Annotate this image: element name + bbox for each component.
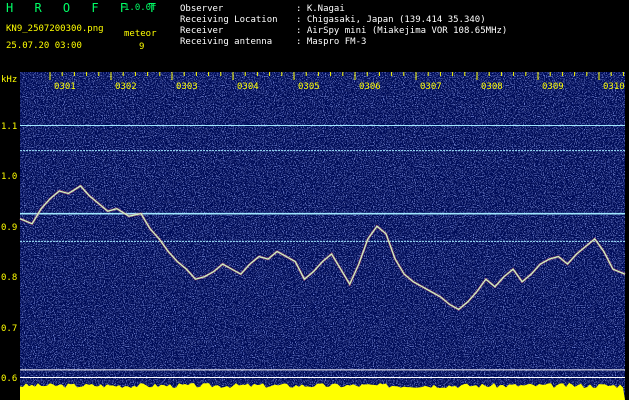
meteor-count-label: meteor xyxy=(124,29,157,39)
antenna-value: : Maspro FM-3 xyxy=(296,37,367,47)
info-labels: Observer Receiving Location Receiver Rec… xyxy=(180,4,278,48)
x-tick-label: 0303 xyxy=(176,82,198,92)
y-axis-unit: kHz xyxy=(1,75,18,85)
spectrogram-noise xyxy=(20,72,625,400)
x-tick-label: 0308 xyxy=(481,82,503,92)
app-version: 1.0.0f xyxy=(124,3,157,13)
observer-label: Observer xyxy=(180,4,224,14)
receiver-value: : AirSpy mini (Miakejima VOR 108.65MHz) xyxy=(296,26,508,36)
observer-value: : K.Nagai xyxy=(296,4,345,14)
location-label: Receiving Location xyxy=(180,15,278,25)
receiver-label: Receiver xyxy=(180,26,224,36)
y-tick-label: 1.0 xyxy=(1,172,18,183)
x-tick-label: 0310 xyxy=(603,82,625,92)
x-tick-label: 0307 xyxy=(420,82,442,92)
y-tick-label: 0.7 xyxy=(1,323,18,334)
x-tick-label: 0304 xyxy=(237,82,259,92)
y-tick-label: 1.1 xyxy=(1,122,18,132)
x-tick-label: 0309 xyxy=(542,82,564,92)
y-tick-label: 0.9 xyxy=(1,222,18,233)
bottom-bar xyxy=(20,383,625,400)
y-tick-label: 0.6 xyxy=(1,374,18,384)
antenna-label: Receiving antenna xyxy=(180,37,273,47)
meteor-count-value: 9 xyxy=(139,42,145,52)
info-values: : K.Nagai : Chigasaki, Japan (139.414 35… xyxy=(296,4,507,48)
observation-datetime: 25.07.20 03:00 xyxy=(6,41,82,51)
x-tick-label: 0306 xyxy=(359,82,381,92)
spectrogram-plot xyxy=(19,72,626,400)
image-filename: KN9_2507200300.png xyxy=(6,24,104,34)
bottom-yellow-band xyxy=(20,383,625,400)
y-tick-label: 0.8 xyxy=(1,273,18,284)
x-tick-label: 0305 xyxy=(298,82,320,92)
x-tick-label: 0301 xyxy=(54,82,76,92)
x-tick-label: 0302 xyxy=(115,82,137,92)
hrofft-spectrogram-window: H R O F F T 1.0.0f KN9_2507200300.png 25… xyxy=(0,0,629,400)
location-value: : Chigasaki, Japan (139.414 35.340) xyxy=(296,15,486,25)
